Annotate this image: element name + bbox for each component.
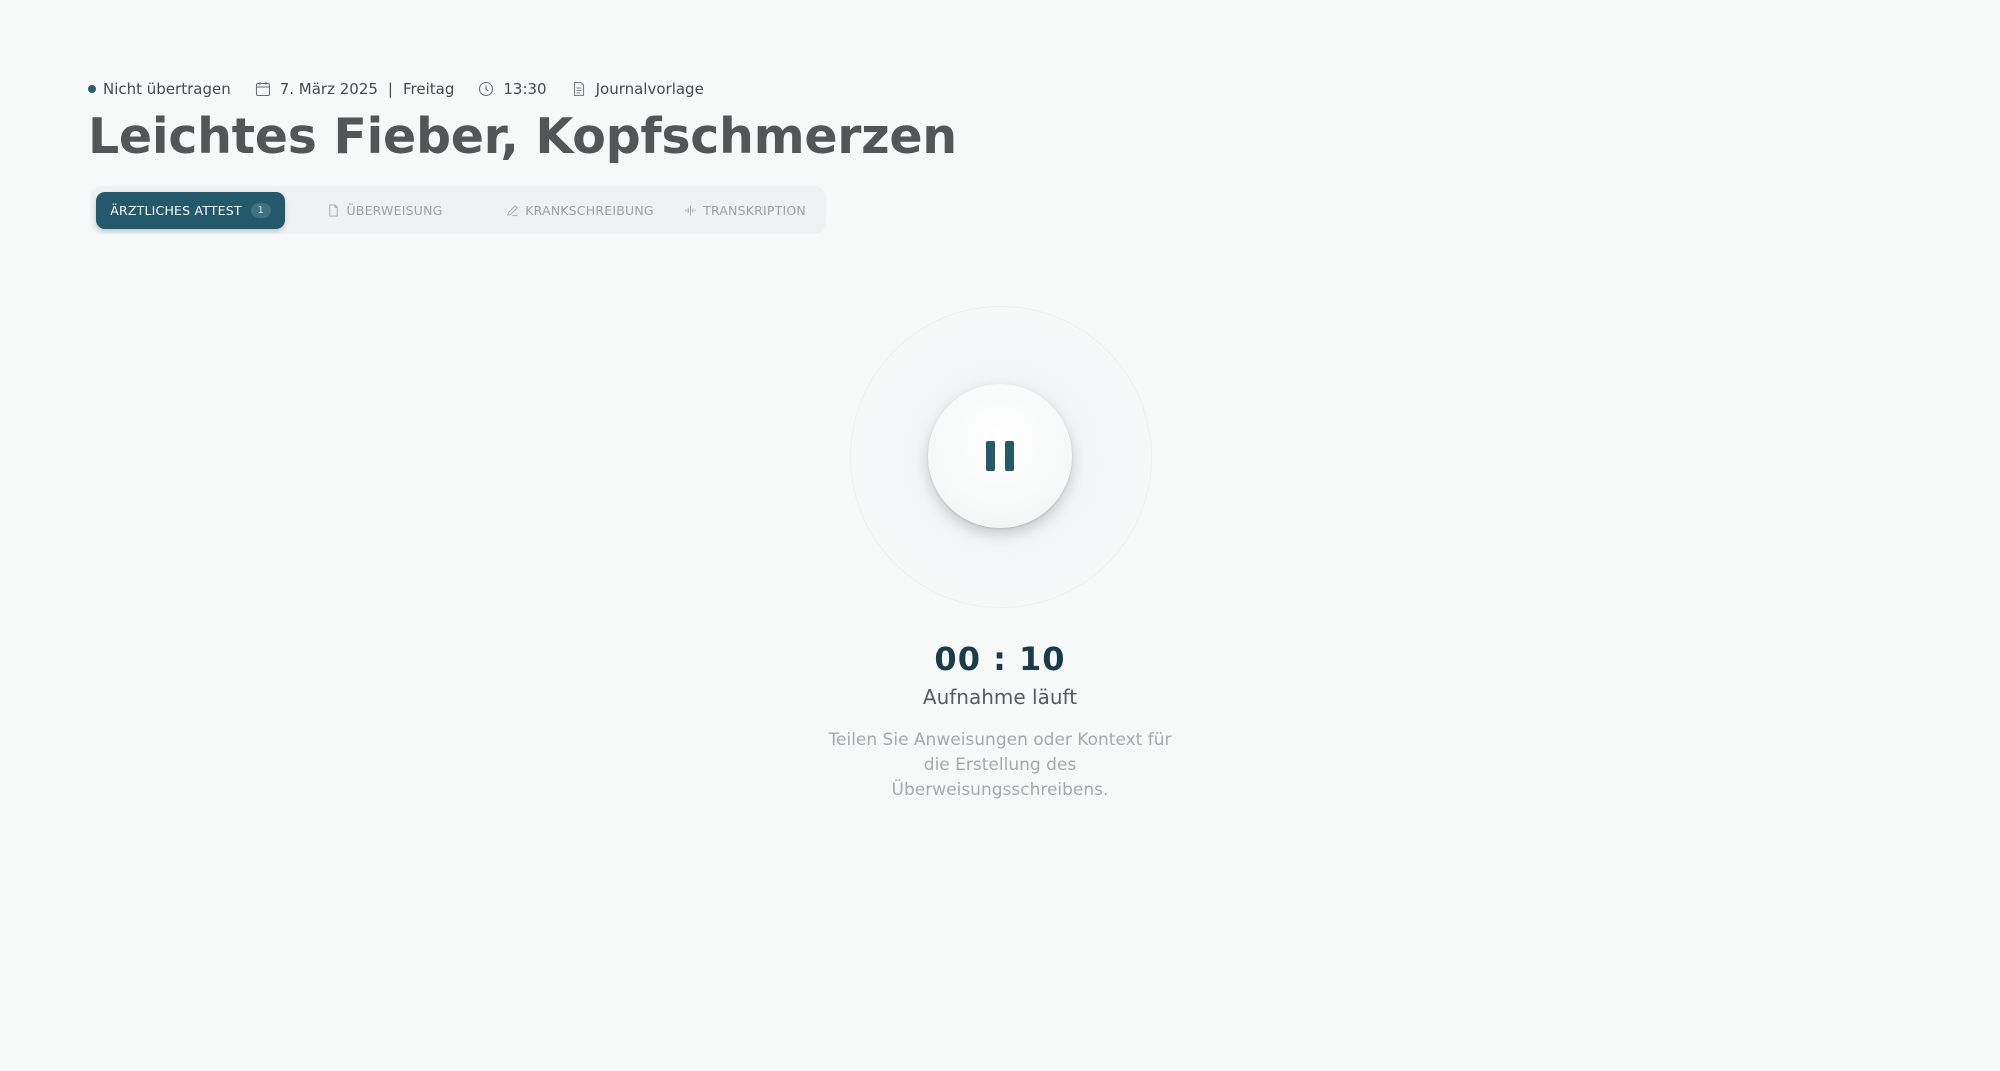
recording-timer: 00 : 10: [934, 640, 1066, 678]
app-window: Nicht übertragen 7. März 2025 | Freitag …: [0, 0, 2000, 1071]
journal-template[interactable]: Journalvorlage: [571, 80, 704, 98]
document-icon: [573, 81, 584, 97]
recording-status: Aufnahme läuft: [922, 685, 1078, 709]
status-dot-icon: [88, 85, 96, 93]
pause-icon: [986, 441, 1014, 471]
calendar-icon: [255, 82, 270, 97]
time-label: 13:30: [503, 80, 547, 98]
tab-medical-certificate-label: ÄRZTLICHES ATTEST: [110, 202, 242, 218]
consultation-date: 7. März 2025 | Freitag: [255, 80, 455, 98]
transfer-status: Nicht übertragen: [88, 80, 231, 98]
recording-hint: Teilen Sie Anweisungen oder Kontext für …: [828, 730, 1172, 800]
tab-referral[interactable]: ÜBERWEISUNG: [285, 192, 485, 229]
document-icon: [329, 203, 339, 217]
tab-medical-certificate[interactable]: ÄRZTLICHES ATTEST 1: [96, 191, 285, 229]
tab-referral-label: ÜBERWEISUNG: [346, 202, 443, 218]
pause-recording-button[interactable]: [928, 384, 1072, 528]
tab-count-badge: 1: [250, 202, 271, 218]
date-separator: |: [387, 80, 393, 98]
tab-transcription[interactable]: TRANSKRIPTION: [675, 192, 815, 229]
page-title: Leichtes Fieber, Kopfschmerzen: [88, 108, 957, 165]
tab-sick-note[interactable]: KRANKSCHREIBUNG: [485, 192, 675, 229]
template-label: Journalvorlage: [595, 80, 704, 98]
date-label: 7. März 2025: [279, 80, 378, 98]
clock-icon: [479, 81, 494, 97]
weekday-label: Freitag: [402, 80, 455, 98]
pencil-icon: [507, 204, 519, 216]
transfer-status-label: Nicht übertragen: [103, 80, 231, 98]
document-tabs: ÄRZTLICHES ATTEST 1 ÜBERWEISUNG KRANKSCH…: [90, 186, 826, 234]
tab-sick-note-label: KRANKSCHREIBUNG: [525, 202, 654, 218]
consultation-meta: Nicht übertragen 7. März 2025 | Freitag …: [88, 78, 728, 100]
consultation-time: 13:30: [478, 80, 547, 98]
waveform-icon: [685, 204, 696, 216]
tab-transcription-label: TRANSKRIPTION: [703, 202, 806, 218]
